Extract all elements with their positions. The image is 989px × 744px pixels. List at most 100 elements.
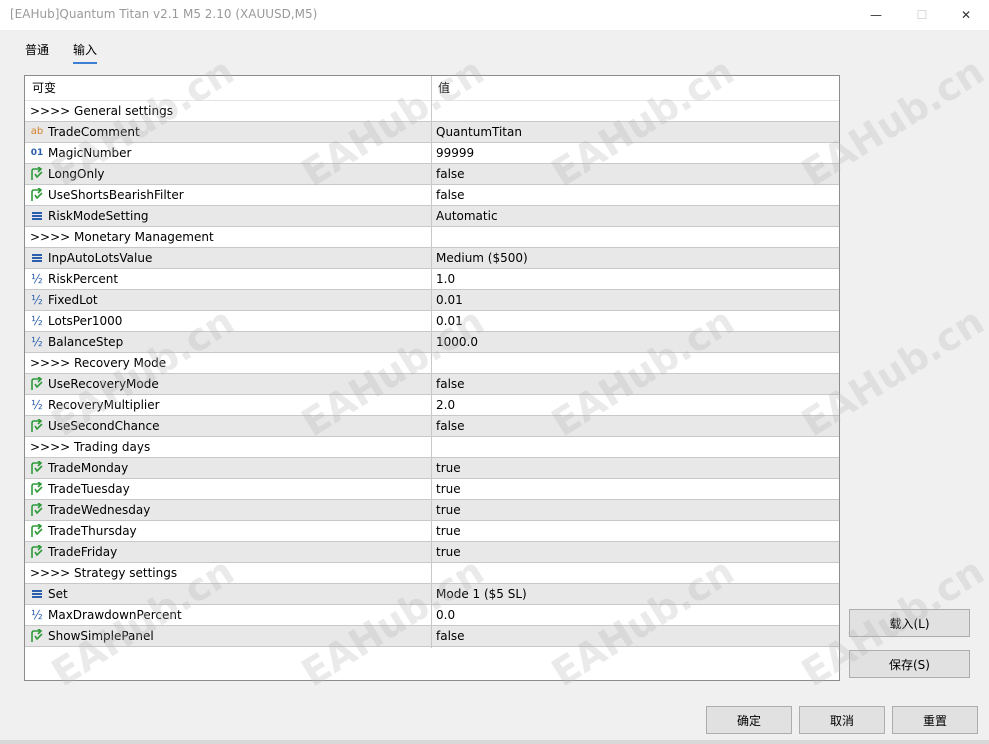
param-value-cell <box>432 101 839 121</box>
section-row[interactable]: >>>> Trading days <box>25 437 839 458</box>
param-value-cell <box>432 437 839 457</box>
bool-param-icon <box>29 461 45 475</box>
param-value-cell[interactable]: 2.0 <box>432 395 839 415</box>
param-name-cell: InpAutoLotsValue <box>25 248 432 268</box>
param-name-cell: ½ BalanceStep <box>25 332 432 352</box>
text-param-icon-glyph: ab <box>30 126 44 137</box>
param-row[interactable]: TradeMonday true <box>25 458 839 479</box>
param-row[interactable]: ShowSimplePanel false <box>25 626 839 647</box>
param-value-cell[interactable]: true <box>432 521 839 541</box>
param-row[interactable]: RiskModeSetting Automatic <box>25 206 839 227</box>
param-row[interactable]: ½ LotsPer1000 0.01 <box>25 311 839 332</box>
column-header-value[interactable]: 值 <box>432 76 839 101</box>
param-value-cell[interactable]: false <box>432 626 839 646</box>
param-row[interactable]: 01 MagicNumber 99999 <box>25 143 839 164</box>
param-row[interactable]: ½ FixedLot 0.01 <box>25 290 839 311</box>
param-name: LongOnly <box>48 167 105 181</box>
param-name: UseRecoveryMode <box>48 377 159 391</box>
param-value-cell[interactable]: 0.01 <box>432 311 839 331</box>
param-value-cell[interactable]: false <box>432 185 839 205</box>
param-name: UseShortsBearishFilter <box>48 188 184 202</box>
param-name-cell: ShowSimplePanel <box>25 626 432 646</box>
param-row[interactable]: Set Mode 1 ($5 SL) <box>25 584 839 605</box>
param-row[interactable]: UseRecoveryMode false <box>25 374 839 395</box>
param-name-cell: TradeThursday <box>25 521 432 541</box>
ok-button[interactable]: 确定 <box>706 706 792 734</box>
close-button[interactable]: ✕ <box>943 0 989 30</box>
param-name-cell: >>>> General settings <box>25 101 432 121</box>
param-value-cell[interactable]: true <box>432 500 839 520</box>
param-row[interactable]: UseShortsBearishFilter false <box>25 185 839 206</box>
param-row[interactable]: ½ RecoveryMultiplier 2.0 <box>25 395 839 416</box>
param-value-cell[interactable]: 0.0 <box>432 605 839 625</box>
param-value-cell[interactable]: 1.0 <box>432 269 839 289</box>
param-row[interactable]: ½ MaxDrawdownPercent 0.0 <box>25 605 839 626</box>
param-name-cell: LongOnly <box>25 164 432 184</box>
param-row[interactable]: ½ RiskPercent 1.0 <box>25 269 839 290</box>
minimize-button[interactable]: — <box>853 0 899 30</box>
param-name-cell: Set <box>25 584 432 604</box>
double-param-icon-glyph: ½ <box>31 293 43 307</box>
cancel-button[interactable]: 取消 <box>799 706 885 734</box>
param-name: TradeComment <box>48 125 140 139</box>
param-value-cell[interactable]: Medium ($500) <box>432 248 839 268</box>
column-header-variable[interactable]: 可变 <box>25 76 432 101</box>
bool-param-icon <box>29 377 45 391</box>
param-value-cell[interactable]: Automatic <box>432 206 839 226</box>
integer-param-icon: 01 <box>29 146 45 160</box>
param-value-cell[interactable]: true <box>432 458 839 478</box>
section-row[interactable]: >>>> Strategy settings <box>25 563 839 584</box>
param-name-cell: >>>> Strategy settings <box>25 563 432 583</box>
section-row[interactable]: >>>> General settings <box>25 101 839 122</box>
maximize-button[interactable]: ☐ <box>899 0 945 30</box>
tab-inputs[interactable]: 输入 <box>73 41 98 64</box>
enum-param-icon <box>29 209 45 223</box>
bool-param-icon <box>29 545 45 559</box>
param-value-cell[interactable]: 1000.0 <box>432 332 839 352</box>
double-param-icon-glyph: ½ <box>31 608 43 622</box>
param-row[interactable]: TradeWednesday true <box>25 500 839 521</box>
param-value-cell[interactable]: false <box>432 416 839 436</box>
param-value-cell[interactable]: false <box>432 374 839 394</box>
section-row[interactable]: >>>> Monetary Management <box>25 227 839 248</box>
param-name-cell: TradeTuesday <box>25 479 432 499</box>
param-name-cell: 01 MagicNumber <box>25 143 432 163</box>
param-row[interactable]: ab TradeComment QuantumTitan <box>25 122 839 143</box>
param-name: ShowSimplePanel <box>48 629 154 643</box>
param-name: LotsPer1000 <box>48 314 123 328</box>
param-row[interactable]: TradeThursday true <box>25 521 839 542</box>
maximize-icon: ☐ <box>916 8 928 22</box>
param-name-cell: UseShortsBearishFilter <box>25 185 432 205</box>
param-row[interactable]: TradeTuesday true <box>25 479 839 500</box>
param-row[interactable]: ½ BalanceStep 1000.0 <box>25 332 839 353</box>
param-name: MagicNumber <box>48 146 132 160</box>
param-name: RiskPercent <box>48 272 119 286</box>
param-name: TradeFriday <box>48 545 118 559</box>
section-row[interactable]: >>>> Recovery Mode <box>25 353 839 374</box>
param-row[interactable]: LongOnly false <box>25 164 839 185</box>
param-value-cell[interactable]: 99999 <box>432 143 839 163</box>
param-value-cell[interactable]: Mode 1 ($5 SL) <box>432 584 839 604</box>
param-row[interactable]: InpAutoLotsValue Medium ($500) <box>25 248 839 269</box>
reset-button[interactable]: 重置 <box>892 706 978 734</box>
param-row[interactable]: TradeFriday true <box>25 542 839 563</box>
param-name-cell: ½ MaxDrawdownPercent <box>25 605 432 625</box>
param-value-cell[interactable]: true <box>432 479 839 499</box>
save-button[interactable]: 保存(S) <box>849 650 970 678</box>
param-row[interactable]: UseSecondChance false <box>25 416 839 437</box>
tab-general[interactable]: 普通 <box>25 41 49 62</box>
load-button[interactable]: 载入(L) <box>849 609 970 637</box>
bool-param-icon <box>29 482 45 496</box>
param-value-cell[interactable]: 0.01 <box>432 290 839 310</box>
enum-param-icon <box>29 587 45 601</box>
param-value-cell[interactable]: true <box>432 542 839 562</box>
integer-param-icon-glyph: 01 <box>30 147 44 158</box>
grid-header: 可变 值 <box>25 76 839 101</box>
param-name: TradeTuesday <box>48 482 130 496</box>
param-value-cell[interactable]: QuantumTitan <box>432 122 839 142</box>
param-value-cell[interactable]: false <box>432 164 839 184</box>
section-label: >>>> Monetary Management <box>30 230 214 244</box>
double-param-icon-glyph: ½ <box>31 398 43 412</box>
double-param-icon: ½ <box>29 335 45 349</box>
param-name: InpAutoLotsValue <box>48 251 153 265</box>
